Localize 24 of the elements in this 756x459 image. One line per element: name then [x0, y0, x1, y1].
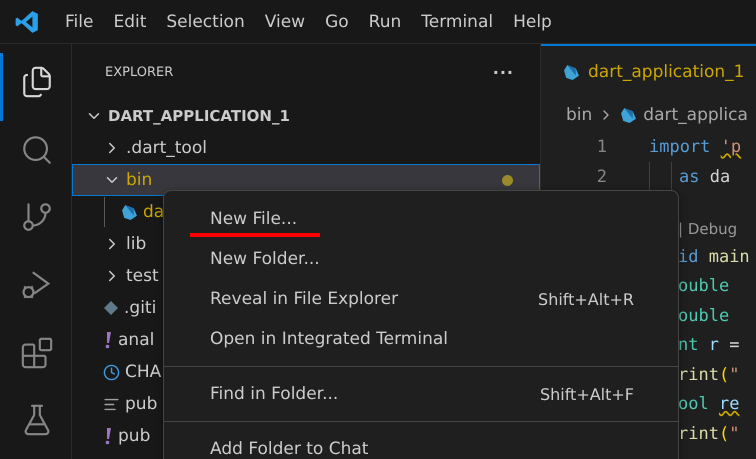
line-number: 1 — [596, 137, 607, 157]
file-name: bin — [126, 170, 152, 190]
file-name: CHA — [125, 362, 162, 382]
shortcut-text: Shift+Alt+R — [538, 290, 634, 308]
code-line: ool re — [678, 393, 740, 416]
file-name: anal — [118, 330, 154, 350]
code-line: rint(" — [678, 364, 740, 387]
file-name: test — [126, 266, 159, 286]
shortcut-text: Shift+Alt+F — [540, 384, 634, 404]
file-name: pub — [125, 394, 158, 414]
file-name: lib — [126, 234, 146, 254]
code-line: ouble — [678, 304, 730, 328]
file-name: pub — [118, 426, 150, 446]
panel-title: EXPLORER — [105, 64, 174, 80]
file-name: .giti — [124, 298, 156, 318]
project-name: DART_APPLICATION_1 — [108, 107, 290, 125]
line-number: 2 — [596, 167, 607, 187]
code-line: id main — [678, 246, 750, 269]
code-line: import 'p — [648, 136, 742, 159]
file-name: da — [143, 202, 164, 222]
code-line: ouble — [678, 275, 730, 298]
code-line: rint(" — [678, 422, 740, 446]
file-name: .dart_tool — [126, 138, 207, 158]
code-line: nt r = — [678, 334, 740, 358]
